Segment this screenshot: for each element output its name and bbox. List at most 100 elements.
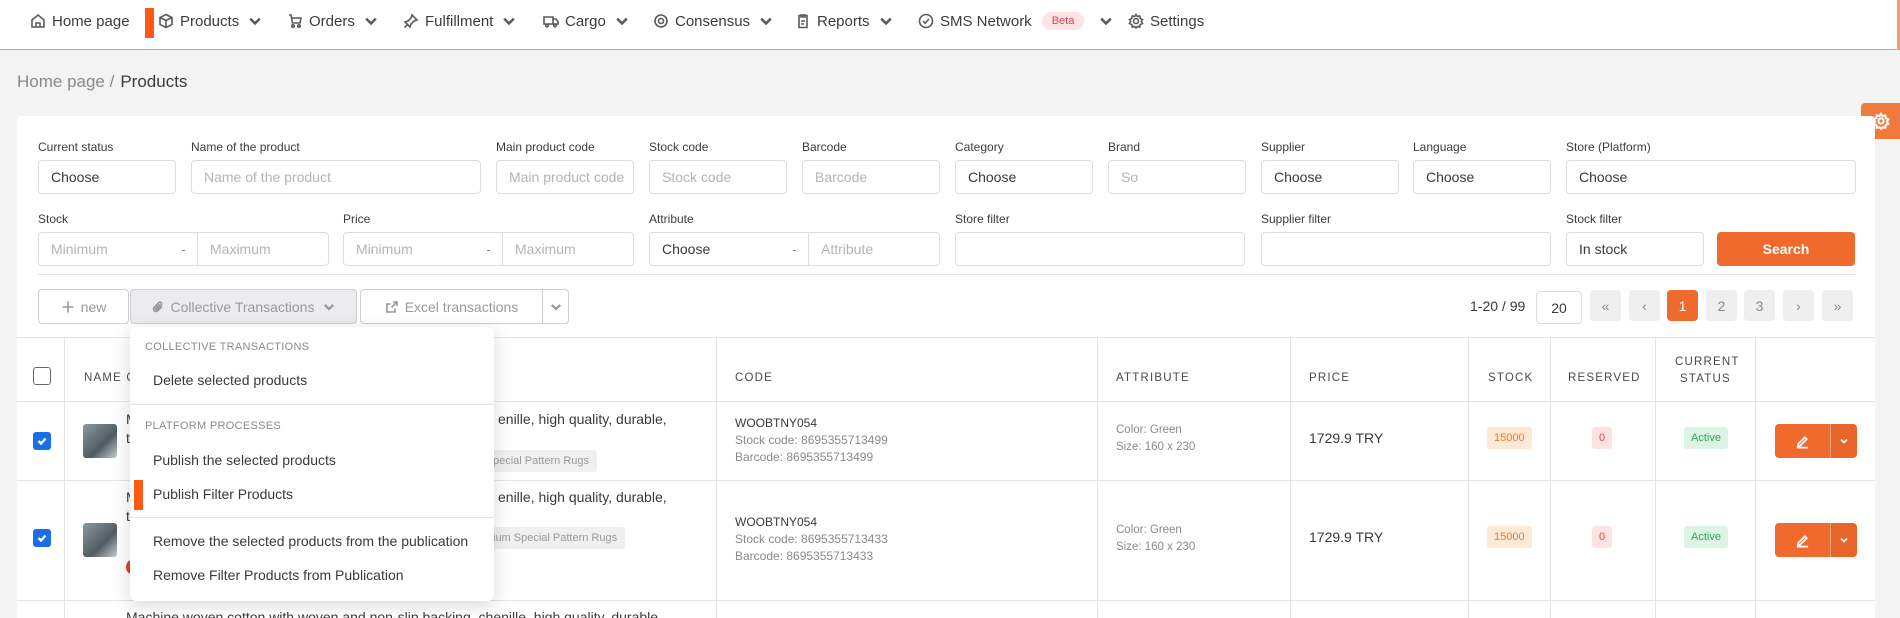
category-tag: ium Special Pattern Rugs bbox=[485, 527, 626, 549]
edit-button[interactable] bbox=[1775, 523, 1830, 557]
barcode-input[interactable] bbox=[802, 160, 940, 194]
stock-code: Stock code: 8695355713433 bbox=[735, 532, 888, 546]
excel-transactions-button[interactable]: Excel transactions bbox=[360, 289, 543, 324]
stock-range-dash: - bbox=[169, 232, 198, 266]
language-select[interactable]: Choose bbox=[1413, 160, 1551, 194]
stock-code-label: Stock code bbox=[649, 140, 709, 154]
price-range-dash: - bbox=[474, 232, 503, 266]
pagination-page-2[interactable]: 2 bbox=[1706, 290, 1737, 321]
truck-icon bbox=[543, 16, 559, 28]
product-thumbnail[interactable] bbox=[83, 424, 117, 458]
stock-filter-select[interactable]: In stock bbox=[1566, 232, 1704, 266]
category-select[interactable]: Choose bbox=[955, 160, 1093, 194]
price-min-input[interactable] bbox=[343, 232, 475, 266]
pagination-prev[interactable]: ‹ bbox=[1629, 290, 1660, 321]
current-status-label: Current status bbox=[38, 140, 114, 154]
pagination-page-3[interactable]: 3 bbox=[1744, 290, 1775, 321]
menu-section-platform: PLATFORM PROCESSES bbox=[145, 420, 281, 432]
product-name[interactable]: enille, high quality, durable, bbox=[498, 489, 667, 505]
col-name: NAME O bbox=[84, 372, 137, 384]
pagination-last[interactable]: » bbox=[1822, 290, 1853, 321]
search-button[interactable]: Search bbox=[1717, 232, 1855, 266]
nav-consensus[interactable]: Consensus bbox=[653, 0, 774, 42]
column-divider bbox=[716, 337, 717, 618]
nav-cargo-label: Cargo bbox=[565, 12, 606, 30]
main-code-input[interactable] bbox=[496, 160, 634, 194]
stock-min-input[interactable] bbox=[38, 232, 170, 266]
column-divider bbox=[1550, 337, 1551, 618]
nav-reports-label: Reports bbox=[817, 12, 870, 30]
nav-products[interactable]: Products bbox=[158, 0, 263, 42]
attribute-color: Color: Green bbox=[1116, 424, 1182, 436]
top-navigation: Home page Products Orders Fulfillment Ca… bbox=[0, 0, 1900, 50]
product-thumbnail[interactable] bbox=[83, 523, 117, 557]
brand-label: Brand bbox=[1108, 140, 1141, 154]
excel-dropdown-toggle[interactable] bbox=[542, 289, 569, 324]
column-divider bbox=[1655, 337, 1656, 618]
status-badge: Active bbox=[1684, 526, 1728, 548]
attribute-select[interactable]: Choose bbox=[649, 232, 781, 266]
row-actions-toggle[interactable] bbox=[1830, 424, 1857, 458]
pagination-page-1[interactable]: 1 bbox=[1667, 290, 1698, 321]
nav-reports[interactable]: Reports bbox=[795, 0, 894, 42]
product-name-label: Name of the product bbox=[191, 140, 300, 154]
breadcrumb-home[interactable]: Home page / bbox=[17, 72, 114, 92]
excel-transactions-label: Excel transactions bbox=[404, 298, 519, 315]
store-filter-select[interactable] bbox=[955, 232, 1245, 266]
nav-settings[interactable]: Settings bbox=[1128, 0, 1204, 42]
store-platform-label: Store (Platform) bbox=[1566, 140, 1651, 154]
pagination-next[interactable]: › bbox=[1783, 290, 1814, 321]
select-all-checkbox[interactable] bbox=[33, 367, 51, 385]
menu-publish-filter[interactable]: Publish Filter Products bbox=[153, 486, 293, 502]
row-actions-toggle[interactable] bbox=[1830, 523, 1857, 557]
row-checkbox[interactable] bbox=[33, 432, 51, 450]
collective-transactions-label: Collective Transactions bbox=[170, 298, 315, 315]
price-max-input[interactable] bbox=[502, 232, 634, 266]
menu-remove-filter[interactable]: Remove Filter Products from Publication bbox=[153, 567, 404, 583]
attribute-value-input[interactable] bbox=[808, 232, 940, 266]
box-icon bbox=[159, 13, 173, 29]
nav-orders[interactable]: Orders bbox=[287, 0, 379, 42]
nav-sms-network-label: SMS Network bbox=[940, 12, 1032, 30]
nav-cargo[interactable]: Cargo bbox=[543, 0, 630, 42]
cursor-marker bbox=[134, 480, 143, 510]
col-status-line2: STATUS bbox=[1680, 373, 1731, 385]
menu-remove-selected[interactable]: Remove the selected products from the pu… bbox=[153, 533, 468, 549]
new-button[interactable]: new bbox=[38, 289, 129, 324]
nav-fulfillment[interactable]: Fulfillment bbox=[403, 0, 517, 42]
nav-sms-network[interactable]: SMS Network Beta bbox=[918, 0, 1114, 42]
stock-code-input[interactable] bbox=[649, 160, 787, 194]
collective-transactions-button[interactable]: Collective Transactions bbox=[130, 289, 357, 324]
supplier-select[interactable]: Choose bbox=[1261, 160, 1399, 194]
gear-icon bbox=[1128, 13, 1144, 29]
supplier-label: Supplier bbox=[1261, 140, 1306, 154]
table-row: Machine woven cotton with woven and non-… bbox=[17, 601, 1875, 618]
current-status-select[interactable]: Choose bbox=[38, 160, 176, 194]
row-checkbox[interactable] bbox=[33, 529, 51, 547]
breadcrumb: Home page / Products bbox=[17, 72, 187, 92]
menu-publish-selected[interactable]: Publish the selected products bbox=[153, 452, 336, 468]
language-label: Language bbox=[1413, 140, 1467, 154]
barcode-label: Barcode bbox=[802, 140, 847, 154]
product-name[interactable]: Machine woven cotton with woven and non-… bbox=[126, 609, 658, 618]
edit-button[interactable] bbox=[1775, 424, 1830, 458]
nav-home[interactable]: Home page bbox=[30, 0, 130, 42]
attribute-dash: - bbox=[780, 232, 809, 266]
supplier-filter-label: Supplier filter bbox=[1261, 212, 1332, 226]
product-name[interactable]: enille, high quality, durable, bbox=[498, 411, 667, 427]
pin-icon bbox=[403, 13, 419, 29]
category-tag: pecial Pattern Rugs bbox=[485, 450, 597, 472]
product-name-input[interactable] bbox=[191, 160, 481, 194]
store-platform-select[interactable]: Choose bbox=[1566, 160, 1856, 194]
chevron-down-icon bbox=[365, 17, 377, 26]
menu-delete-selected[interactable]: Delete selected products bbox=[153, 372, 307, 388]
home-icon bbox=[31, 13, 45, 28]
checkmark-icon bbox=[37, 437, 47, 446]
stock-code: Stock code: 8695355713499 bbox=[735, 433, 888, 447]
pagination-first[interactable]: « bbox=[1590, 290, 1621, 321]
stock-max-input[interactable] bbox=[197, 232, 329, 266]
per-page-input[interactable]: 20 bbox=[1536, 291, 1582, 324]
brand-input[interactable] bbox=[1108, 160, 1246, 194]
attribute-color: Color: Green bbox=[1116, 524, 1182, 536]
supplier-filter-select[interactable] bbox=[1261, 232, 1551, 266]
